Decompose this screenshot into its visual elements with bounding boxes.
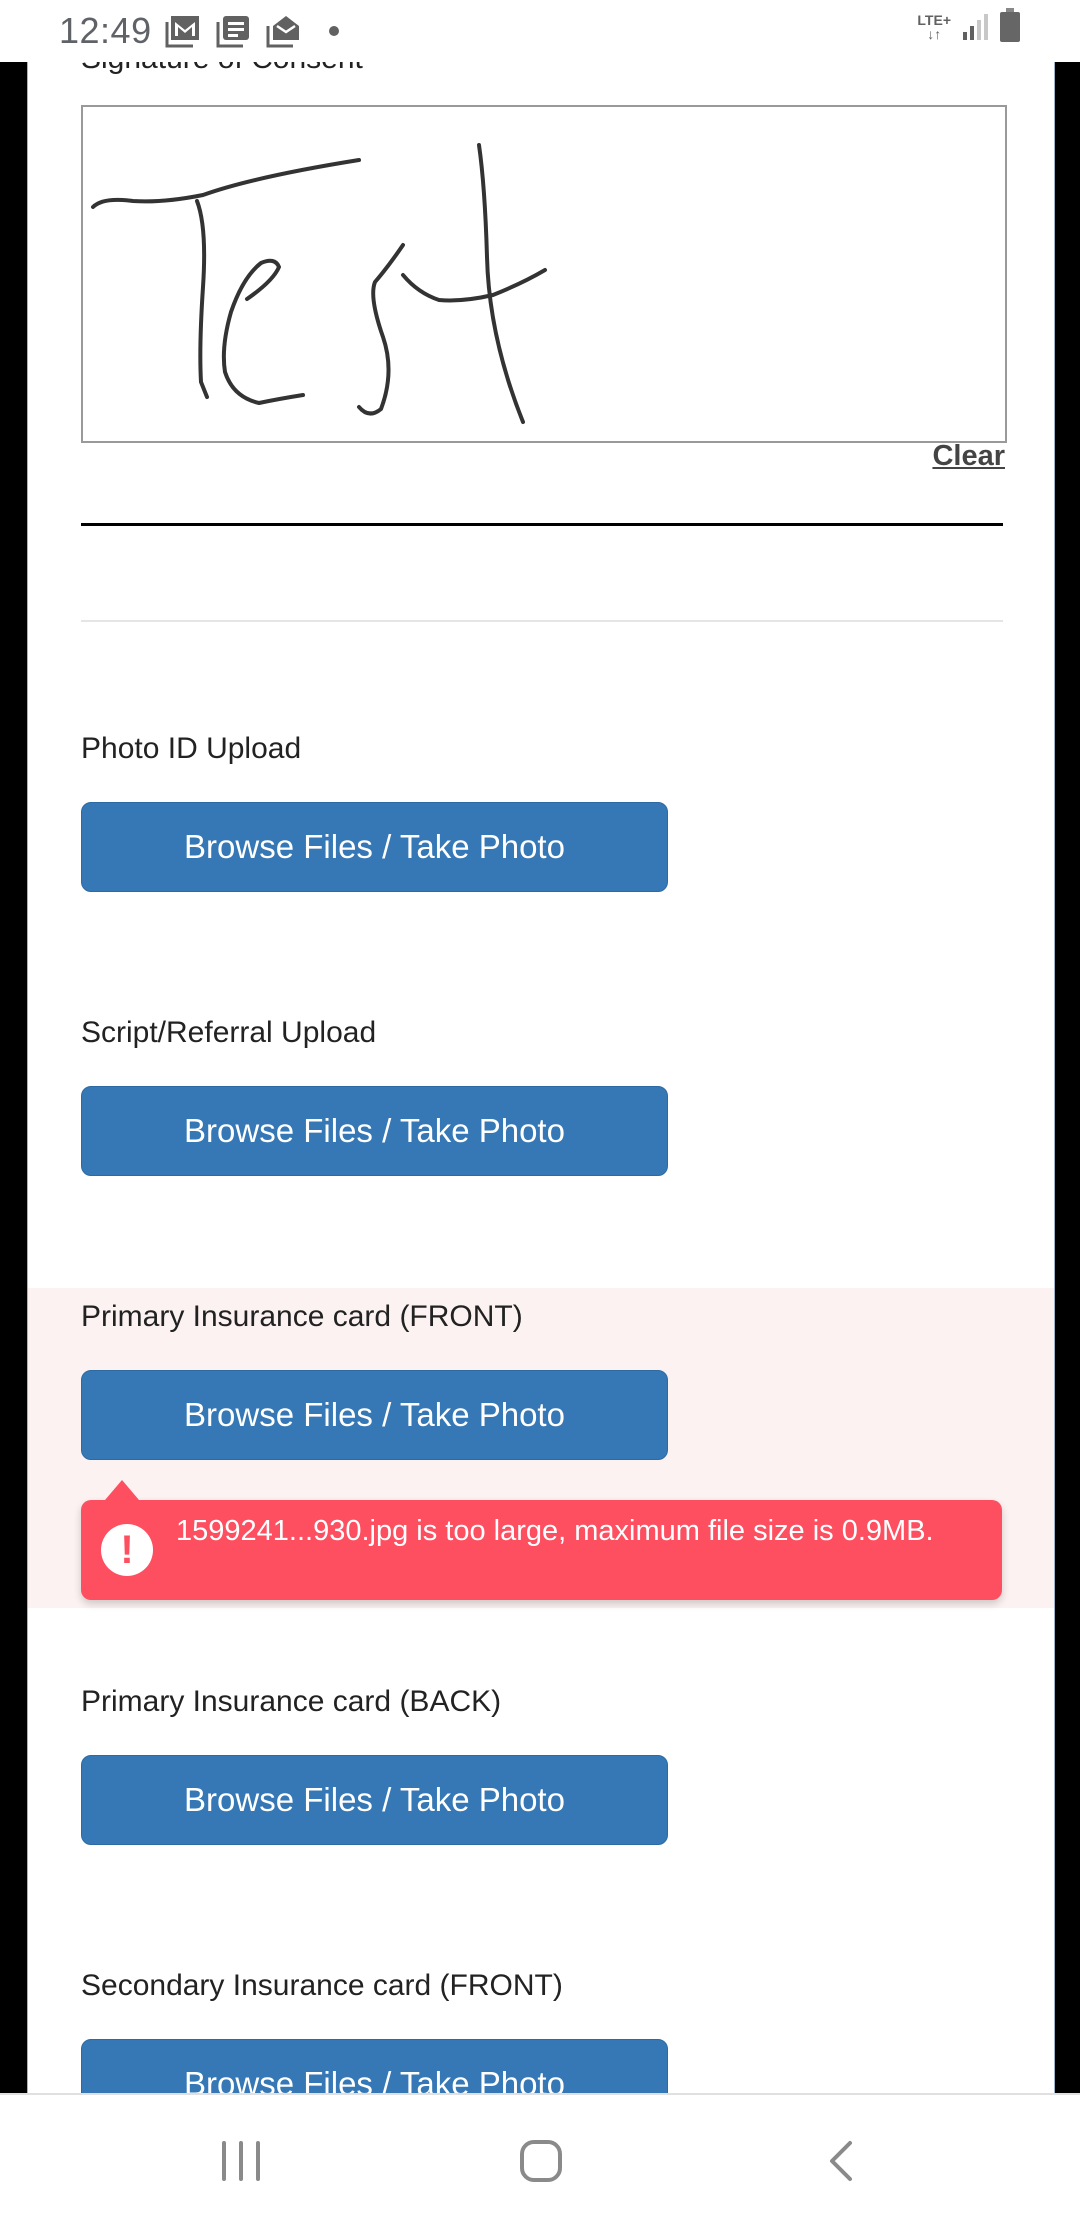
- primary-insurance-front-upload-button[interactable]: Browse Files / Take Photo: [81, 1370, 668, 1460]
- form-page: Signature of Consent Clear Photo ID Uplo…: [27, 62, 1055, 2093]
- mail-open-icon: [266, 16, 299, 48]
- signature-pad[interactable]: [81, 105, 1007, 443]
- home-icon[interactable]: [518, 2139, 564, 2183]
- news-icon: [216, 16, 249, 48]
- back-icon[interactable]: [826, 2139, 856, 2183]
- file-size-error-tooltip: ! 1599241...930.jpg is too large, maximu…: [81, 1480, 1002, 1600]
- data-arrows-icon: ↓↑: [927, 26, 942, 42]
- error-exclamation-icon: !: [101, 1524, 153, 1576]
- recent-apps-icon[interactable]: [218, 2139, 264, 2183]
- secondary-insurance-front-label: Secondary Insurance card (FRONT): [81, 1969, 563, 2002]
- script-referral-upload-label: Script/Referral Upload: [81, 1016, 377, 1049]
- secondary-insurance-front-upload-button[interactable]: Browse Files / Take Photo: [81, 2039, 668, 2093]
- signature-label: Signature of Consent: [81, 62, 363, 76]
- signature-drawing: [91, 143, 547, 424]
- lte-data-icon: LTE+ ↓↑: [917, 13, 951, 41]
- signal-icon: [963, 14, 988, 40]
- primary-insurance-back-label: Primary Insurance card (BACK): [81, 1685, 502, 1718]
- gmail-icon: [165, 16, 199, 48]
- error-message: 1599241...930.jpg is too large, maximum …: [176, 1515, 934, 1547]
- script-referral-upload-button[interactable]: Browse Files / Take Photo: [81, 1086, 668, 1176]
- clear-signature-link[interactable]: Clear: [932, 440, 1005, 473]
- android-nav-bar: [0, 2093, 1080, 2220]
- notification-icons: [165, 14, 339, 48]
- photo-id-upload-label: Photo ID Upload: [81, 732, 302, 765]
- more-notifications-dot-icon: [329, 26, 339, 36]
- signature-underline: [81, 523, 1003, 526]
- system-icons: LTE+ ↓↑: [917, 8, 1020, 42]
- status-bar: 12:49 LTE+ ↓↑: [0, 0, 1080, 62]
- primary-insurance-back-upload-button[interactable]: Browse Files / Take Photo: [81, 1755, 668, 1845]
- primary-insurance-front-label: Primary Insurance card (FRONT): [81, 1300, 523, 1333]
- status-time: 12:49: [59, 10, 152, 51]
- section-divider: [81, 620, 1003, 622]
- network-type: LTE+: [917, 12, 951, 28]
- photo-id-upload-button[interactable]: Browse Files / Take Photo: [81, 802, 668, 892]
- battery-icon: [1000, 8, 1020, 42]
